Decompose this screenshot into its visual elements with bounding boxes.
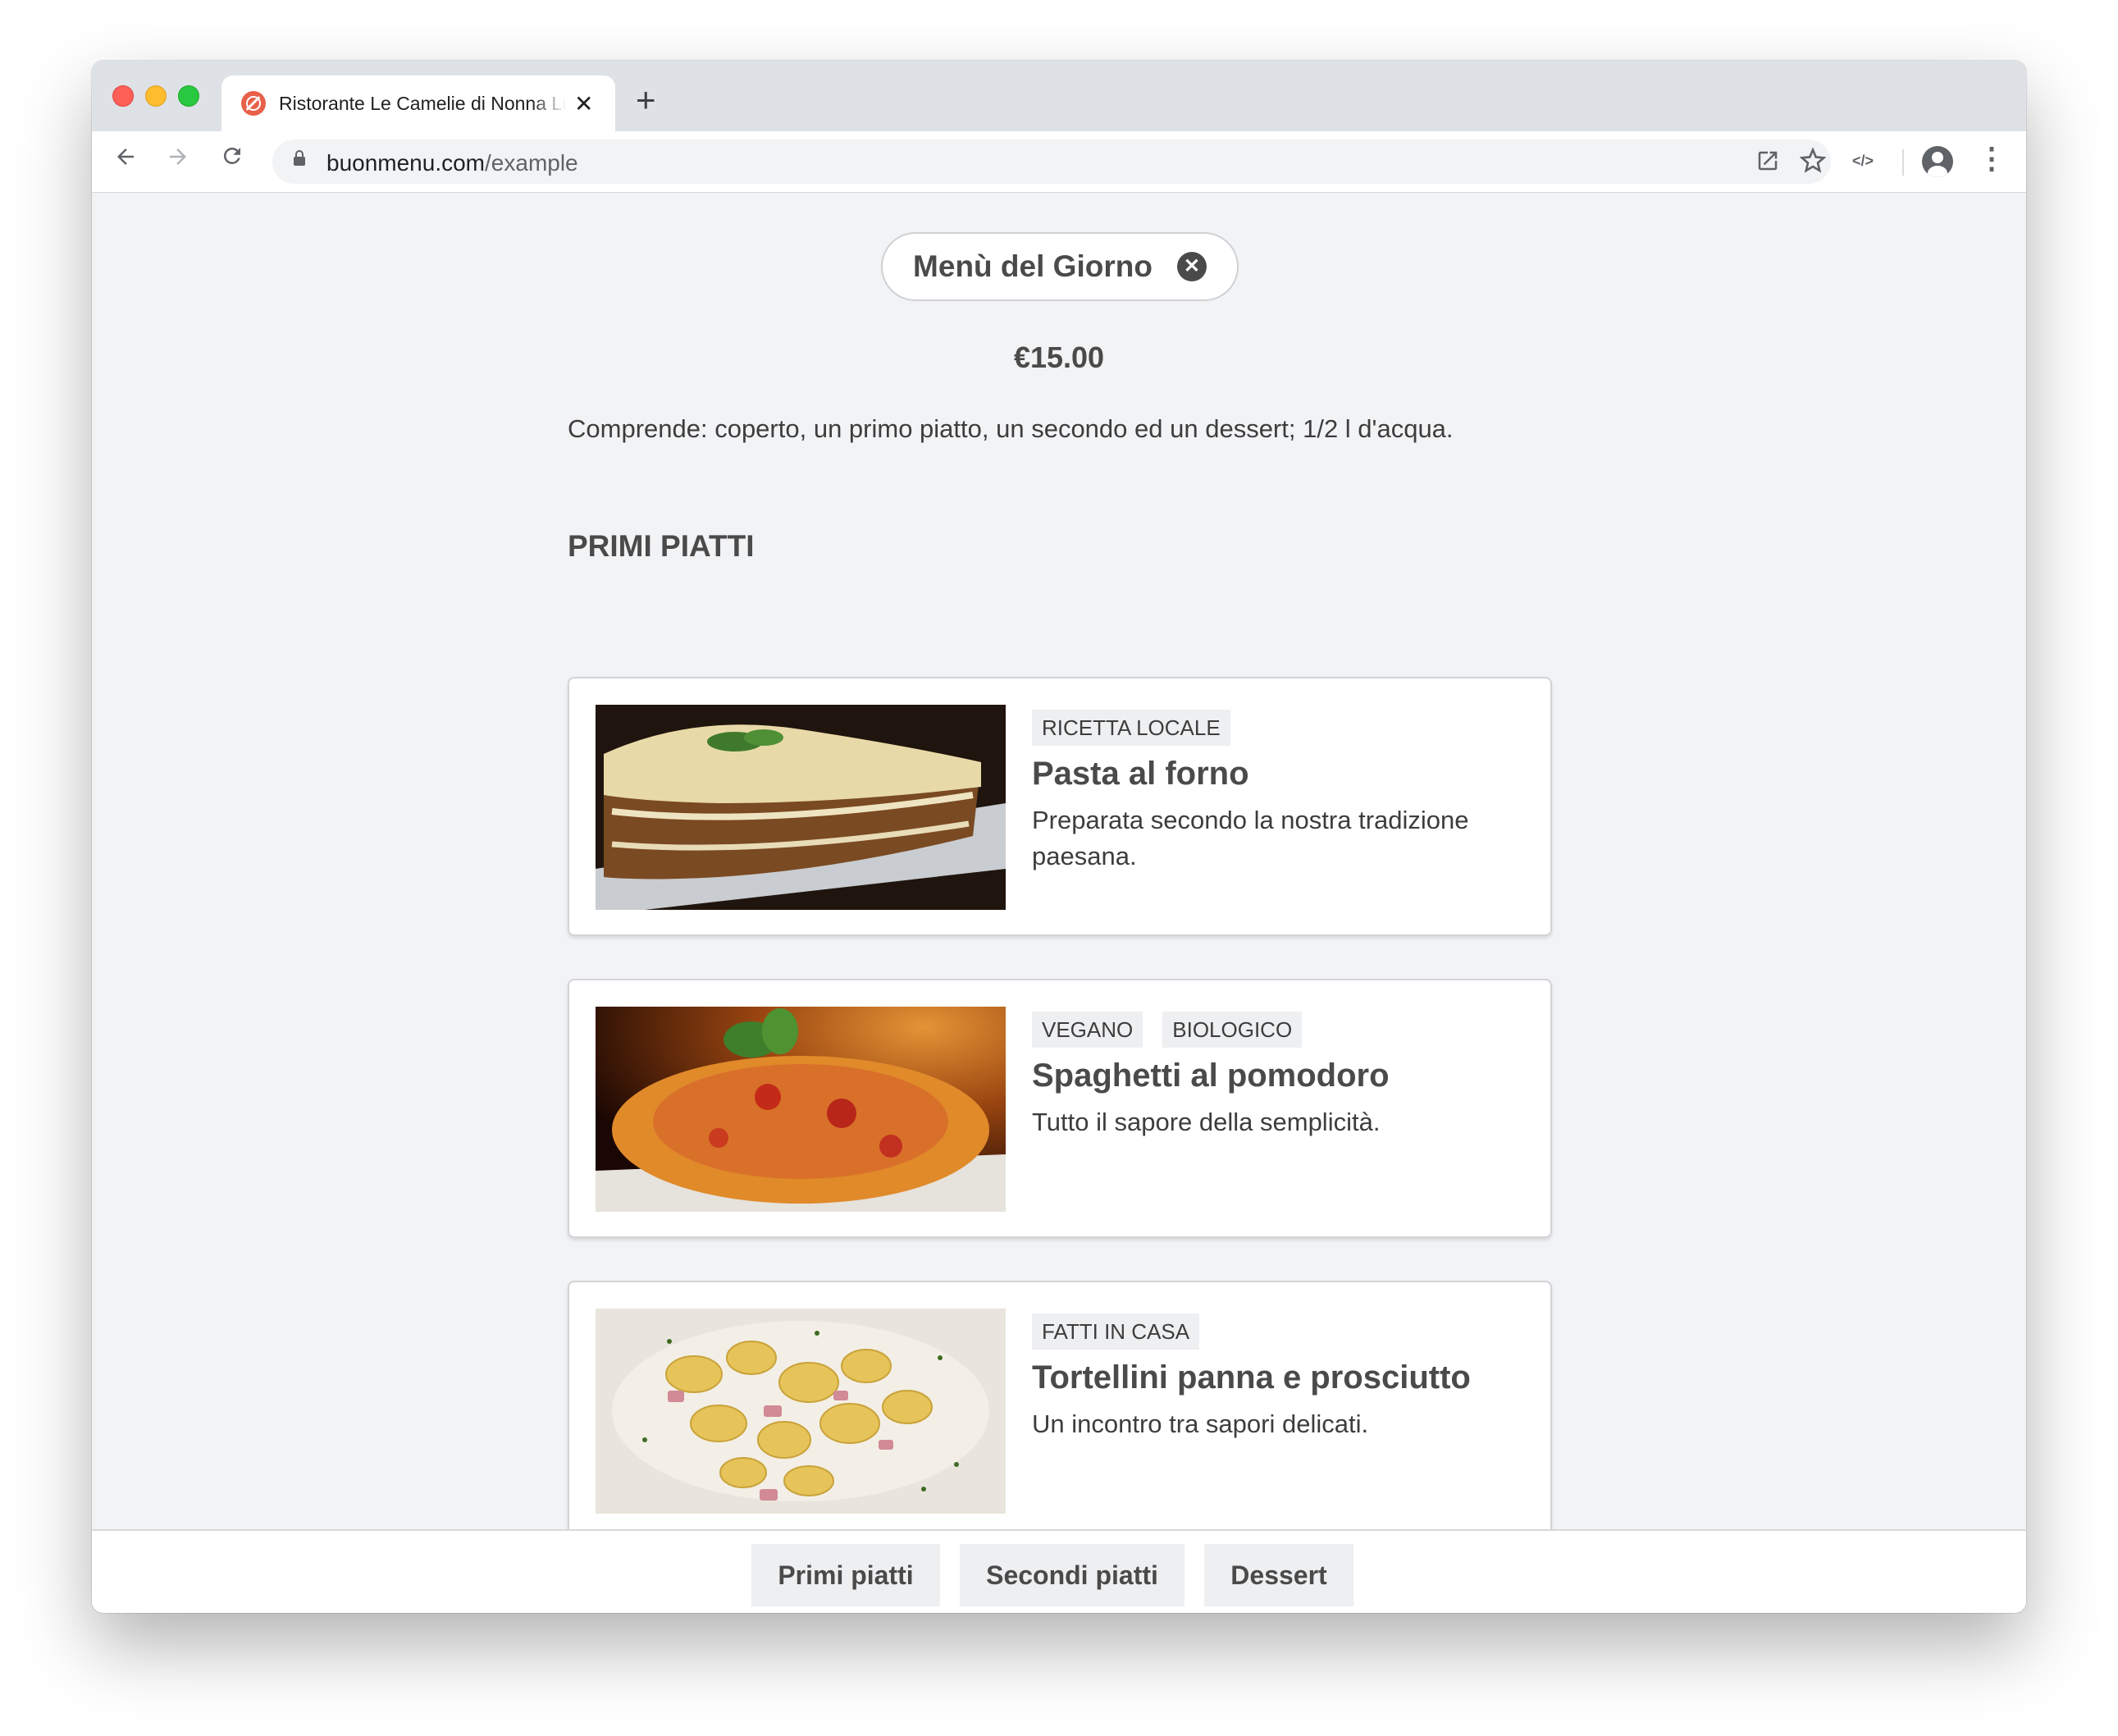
dish-image-spaghetti [596, 1007, 1006, 1212]
dish-name: Pasta al forno [1032, 756, 1249, 792]
arrow-left-icon [117, 148, 134, 165]
browser-toolbar: buonmenu.com/example </> ⋮ [92, 131, 2026, 193]
nav-secondi-piatti[interactable]: Secondi piatti [960, 1544, 1185, 1606]
tab-title: Ristorante Le Camelie di Nonna Lucia [279, 92, 566, 114]
dish-tag: RICETTA LOCALE [1032, 710, 1230, 746]
bottom-nav-bar: Primi piatti Secondi piatti Dessert [92, 1529, 2026, 1613]
browser-window: Ristorante Le Camelie di Nonna Lucia ✕ +… [92, 61, 2026, 1613]
close-tab-icon[interactable]: ✕ [574, 90, 593, 117]
dish-description: Preparata secondo la nostra tradizione p… [1032, 806, 1469, 870]
dish-info: VEGANO BIOLOGICO Spaghetti al pomodoro T… [1032, 1012, 1524, 1140]
dish-tag: FATTI IN CASA [1032, 1313, 1200, 1350]
back-button[interactable] [113, 143, 138, 176]
forward-button[interactable] [166, 143, 190, 176]
dish-tags: RICETTA LOCALE [1032, 710, 1524, 746]
menu-title: Menù del Giorno [913, 249, 1153, 283]
dish-card[interactable]: RICETTA LOCALE Pasta al forno Preparata … [568, 677, 1552, 936]
toolbar-divider [1902, 149, 1904, 176]
favicon-icon [241, 91, 266, 116]
dish-info: FATTI IN CASA Tortellini panna e prosciu… [1032, 1313, 1524, 1442]
dish-name: Tortellini panna e prosciutto [1032, 1359, 1471, 1396]
menu-price: €15.00 [1013, 340, 1105, 374]
dish-tags: VEGANO BIOLOGICO [1032, 1012, 1524, 1048]
new-tab-button[interactable]: + [636, 80, 656, 120]
dish-name: Spaghetti al pomodoro [1032, 1058, 1390, 1094]
address-bar[interactable]: buonmenu.com/example [272, 139, 1831, 184]
tab-strip: Ristorante Le Camelie di Nonna Lucia ✕ + [92, 61, 2026, 131]
nav-primi-piatti[interactable]: Primi piatti [751, 1544, 940, 1606]
browser-tab[interactable]: Ristorante Le Camelie di Nonna Lucia ✕ [221, 75, 615, 131]
dish-image-tortellini [596, 1309, 1006, 1514]
code-icon[interactable]: </> [1852, 153, 1874, 170]
minimize-window-button[interactable] [145, 85, 167, 107]
close-window-button[interactable] [112, 85, 134, 107]
star-icon[interactable] [1799, 146, 1827, 182]
arrow-right-icon [170, 148, 186, 165]
nav-dessert[interactable]: Dessert [1204, 1544, 1353, 1606]
section-title: PRIMI PIATTI [568, 529, 755, 563]
account-icon[interactable] [1922, 146, 1953, 177]
close-circle-icon[interactable]: ✕ [1176, 252, 1207, 281]
reload-icon [223, 147, 240, 164]
dish-card[interactable]: FATTI IN CASA Tortellini panna e prosciu… [568, 1281, 1552, 1540]
reload-button[interactable] [220, 143, 244, 176]
dish-description: Un incontro tra sapori delicati. [1032, 1409, 1369, 1438]
page-content: Menù del Giorno ✕ €15.00 Comprende: cope… [92, 193, 2026, 1540]
dish-info: RICETTA LOCALE Pasta al forno Preparata … [1032, 710, 1524, 875]
lock-icon [294, 150, 305, 166]
open-external-icon[interactable] [1755, 146, 1780, 182]
dish-tag: BIOLOGICO [1162, 1012, 1303, 1048]
dish-tags: FATTI IN CASA [1032, 1313, 1524, 1350]
dish-image-lasagna [596, 705, 1006, 910]
menu-description: Comprende: coperto, un primo piatto, un … [568, 414, 1454, 443]
dish-tag: VEGANO [1032, 1012, 1143, 1048]
dish-card[interactable]: VEGANO BIOLOGICO Spaghetti al pomodoro T… [568, 979, 1552, 1238]
dish-description: Tutto il sapore della semplicità. [1032, 1108, 1381, 1136]
menu-title-pill[interactable]: Menù del Giorno ✕ [881, 232, 1239, 301]
url-text: buonmenu.com/example [326, 150, 578, 176]
maximize-window-button[interactable] [178, 85, 199, 107]
more-vert-icon[interactable]: ⋮ [1977, 141, 2006, 176]
